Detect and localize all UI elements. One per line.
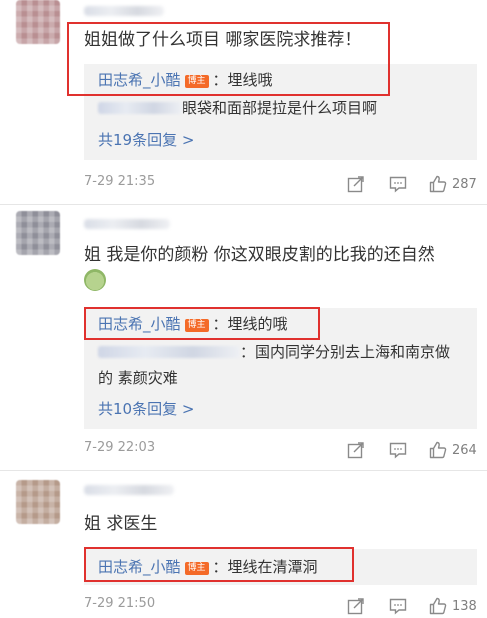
- more-replies-link[interactable]: 共10条回复 >: [98, 397, 469, 421]
- comment-meta: 7-29 21:35 287: [84, 172, 477, 196]
- share-button[interactable]: [346, 594, 366, 618]
- share-icon: [346, 440, 366, 460]
- share-button[interactable]: [346, 172, 366, 196]
- reply-author-link[interactable]: 田志希_小酷: [98, 71, 181, 89]
- sub-reply-line: ：国内同学分别去上海和南京做: [98, 340, 469, 364]
- share-button[interactable]: [346, 438, 366, 462]
- sub-reply-text: ：国内同学分别去上海和南京做: [240, 343, 451, 361]
- comment-meta: 7-29 21:50 138: [84, 594, 477, 618]
- reply-line: 田志希_小酷 博主 ：埋线的哦: [98, 312, 469, 336]
- comment-text: 姐姐做了什么项目 哪家医院求推荐！: [84, 30, 362, 50]
- comment-icon: [388, 174, 408, 194]
- avatar[interactable]: [16, 480, 60, 524]
- reply-line: 田志希_小酷 博主 ：埋线哦: [98, 68, 469, 92]
- sub-reply-text: 眼袋和面部提拉是什么项目啊: [182, 99, 378, 117]
- comment-text: 姐 求医生: [84, 514, 158, 534]
- comment-button[interactable]: [388, 438, 408, 462]
- reply-text: ：埋线的哦: [212, 315, 288, 333]
- comment-meta: 7-29 22:03 264: [84, 438, 477, 462]
- reply-author-link[interactable]: 田志希_小酷: [98, 315, 181, 333]
- thumbs-up-icon: [428, 596, 448, 616]
- more-replies-link[interactable]: 共19条回复 >: [98, 128, 469, 152]
- like-button[interactable]: 264: [428, 438, 477, 462]
- reply-text: ：埋线在清潭洞: [212, 558, 318, 576]
- reply-box[interactable]: 田志希_小酷 博主 ：埋线的哦 ：国内同学分别去上海和南京做 的 素颜灾难 共10条…: [84, 308, 477, 429]
- comment-button[interactable]: [388, 594, 408, 618]
- like-count: 138: [452, 598, 477, 614]
- username-blurred[interactable]: [84, 485, 174, 495]
- thumbs-up-icon: [428, 174, 448, 194]
- like-button[interactable]: 287: [428, 172, 477, 196]
- comment-time: 7-29 21:50: [84, 596, 156, 611]
- sub-reply-line: 眼袋和面部提拉是什么项目啊: [98, 96, 469, 120]
- reply-line: 田志希_小酷 博主 ：埋线在清潭洞: [98, 555, 469, 579]
- username-blurred[interactable]: [84, 6, 164, 16]
- comment-time: 7-29 21:35: [84, 174, 156, 189]
- like-count: 287: [452, 176, 477, 192]
- like-count: 264: [452, 442, 477, 458]
- comment-text: 姐 我是你的颜粉 你这双眼皮割的比我的还自然: [84, 242, 471, 300]
- blogger-badge: 博主: [184, 562, 209, 575]
- blurred-reply-author[interactable]: [98, 346, 240, 358]
- comment-item: 姐姐做了什么项目 哪家医院求推荐！ 田志希_小酷 博主 ：埋线哦 眼袋和面部提拉是什…: [0, 0, 487, 205]
- blogger-badge: 博主: [184, 75, 209, 88]
- blogger-badge: 博主: [184, 319, 209, 332]
- comment-item: 姐 求医生 田志希_小酷 博主 ：埋线在清潭洞 7-29 21:50 138: [0, 471, 487, 617]
- reply-box[interactable]: 田志希_小酷 博主 ：埋线哦 眼袋和面部提拉是什么项目啊 共19条回复 >: [84, 64, 477, 160]
- comment-icon: [388, 596, 408, 616]
- reply-text: ：埋线哦: [212, 71, 273, 89]
- comment-icon: [388, 440, 408, 460]
- username-blurred[interactable]: [84, 219, 170, 229]
- comment-button[interactable]: [388, 172, 408, 196]
- comment-time: 7-29 22:03: [84, 440, 156, 455]
- comment-item: 姐 我是你的颜粉 你这双眼皮割的比我的还自然 田志希_小酷 博主 ：埋线的哦 ：国内…: [0, 205, 487, 470]
- share-icon: [346, 596, 366, 616]
- reply-box[interactable]: 田志希_小酷 博主 ：埋线在清潭洞: [84, 549, 477, 585]
- sub-reply-line-2: 的 素颜灾难: [98, 369, 178, 387]
- emoji-icon: [84, 269, 106, 291]
- reply-author-link[interactable]: 田志希_小酷: [98, 558, 181, 576]
- share-icon: [346, 174, 366, 194]
- avatar[interactable]: [16, 211, 60, 255]
- comment-text-content: 姐 我是你的颜粉 你这双眼皮割的比我的还自然: [84, 245, 435, 265]
- blurred-reply-author[interactable]: [98, 102, 182, 114]
- avatar[interactable]: [16, 0, 60, 44]
- like-button[interactable]: 138: [428, 594, 477, 618]
- thumbs-up-icon: [428, 440, 448, 460]
